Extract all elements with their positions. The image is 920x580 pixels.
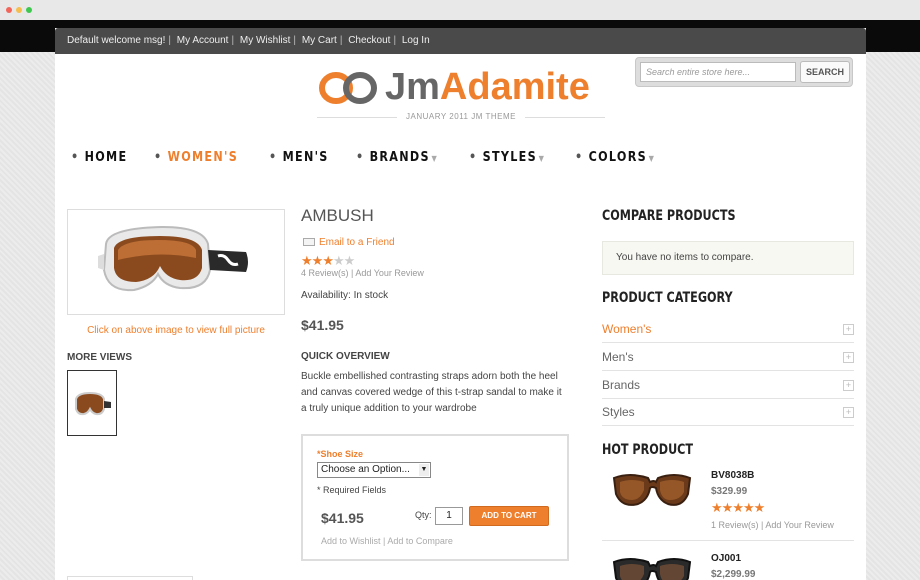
star-icon: ★ bbox=[721, 500, 734, 515]
plus-icon: + bbox=[843, 324, 854, 335]
hot-reviews-count-link[interactable]: 1 Review(s) bbox=[711, 520, 759, 530]
caret-down-icon: ▼ bbox=[431, 154, 439, 163]
store-page: Default welcome msg! | My Account | My Wis… bbox=[55, 28, 866, 580]
minimize-dot-icon[interactable] bbox=[16, 7, 22, 13]
add-to-compare-link[interactable]: Add to Compare bbox=[387, 536, 453, 546]
my-account-link[interactable]: My Account bbox=[177, 35, 229, 46]
nav-colors[interactable]: • COLORS ▼ bbox=[575, 150, 655, 165]
star-icon: ★ bbox=[732, 500, 744, 515]
chevron-down-icon: ▼ bbox=[419, 464, 429, 476]
add-to-cart-button[interactable]: ADD TO CART bbox=[469, 506, 549, 526]
plus-icon: + bbox=[843, 352, 854, 363]
envelope-icon bbox=[303, 238, 315, 247]
compare-empty-box: You have no items to compare. bbox=[602, 241, 854, 275]
logo[interactable]: JmAdamite bbox=[317, 66, 590, 108]
review-links: 4 Review(s) | Add Your Review bbox=[301, 268, 424, 278]
shoe-size-label: *Shoe Size bbox=[317, 449, 364, 459]
goggles-thumbnail bbox=[75, 391, 111, 416]
tagline: JANUARY 2011 JM THEME bbox=[317, 112, 605, 121]
search-button[interactable]: SEARCH bbox=[800, 61, 850, 83]
quick-overview-heading: QUICK OVERVIEW bbox=[301, 351, 390, 362]
search-form: Search entire store here... SEARCH bbox=[635, 57, 853, 87]
caret-down-icon: ▼ bbox=[538, 154, 546, 163]
nav-home[interactable]: • HOME bbox=[71, 150, 127, 165]
product-price: $41.95 bbox=[301, 317, 344, 333]
star-icon: ★ bbox=[711, 500, 723, 515]
my-wishlist-link[interactable]: My Wishlist bbox=[240, 35, 291, 46]
add-review-link[interactable]: Add Your Review bbox=[355, 268, 424, 278]
hot-product-name-2[interactable]: OJ001 bbox=[711, 553, 741, 564]
compare-heading: COMPARE PRODUCTS bbox=[602, 208, 736, 224]
hot-product-price-1: $329.99 bbox=[711, 486, 748, 497]
welcome-message: Default welcome msg! bbox=[67, 35, 166, 46]
hot-product-price-2: $2,299.99 bbox=[711, 569, 756, 580]
hot-product-heading: HOT PRODUCT bbox=[602, 442, 694, 458]
search-input[interactable]: Search entire store here... bbox=[640, 62, 796, 82]
sunglasses-image bbox=[612, 474, 692, 506]
star-icon: ★ bbox=[332, 253, 345, 268]
caret-down-icon: ▼ bbox=[648, 154, 656, 163]
hot-product-rating-1: ★★★★★ bbox=[711, 500, 766, 516]
logo-text: JmAdamite bbox=[385, 66, 590, 108]
star-icon: ★ bbox=[301, 253, 313, 268]
plus-icon: + bbox=[843, 380, 854, 391]
nav-styles[interactable]: • STYLES ▼ bbox=[469, 150, 545, 165]
tab-stub bbox=[67, 576, 193, 580]
category-heading: PRODUCT CATEGORY bbox=[602, 290, 733, 306]
product-main-image[interactable] bbox=[67, 209, 285, 315]
main-nav: • HOME • WOMEN'S • MEN'S • BRANDS ▼ • STYLES ▼ … bbox=[71, 148, 681, 166]
product-options-box: *Shoe Size Choose an Option... ▼ * Requir… bbox=[301, 434, 569, 561]
plus-icon: + bbox=[843, 407, 854, 418]
hot-add-review-link[interactable]: Add Your Review bbox=[765, 520, 834, 530]
category-mens[interactable]: Men's + bbox=[602, 344, 854, 371]
quick-overview-text: Buckle embellished contrasting straps ad… bbox=[301, 371, 562, 414]
qty-label: Qty: bbox=[415, 510, 432, 520]
required-note: * Required Fields bbox=[317, 485, 387, 495]
product-rating: ★★★★★ bbox=[301, 253, 356, 269]
thumbnail-image[interactable] bbox=[67, 370, 117, 436]
options-price: $41.95 bbox=[321, 510, 364, 526]
my-cart-link[interactable]: My Cart bbox=[302, 35, 337, 46]
nav-brands[interactable]: • BRANDS ▼ bbox=[356, 150, 438, 165]
qty-input[interactable]: 1 bbox=[435, 507, 463, 525]
star-icon: ★ bbox=[322, 253, 334, 268]
goggles-image bbox=[98, 225, 248, 292]
option-links: Add to Wishlist | Add to Compare bbox=[321, 536, 453, 546]
nav-mens[interactable]: • MEN'S bbox=[269, 150, 329, 165]
star-icon: ★ bbox=[343, 253, 356, 268]
category-brands[interactable]: Brands + bbox=[602, 372, 854, 399]
shoe-size-select[interactable]: Choose an Option... ▼ bbox=[317, 462, 431, 478]
browser-chrome bbox=[0, 0, 920, 20]
hot-product-review-links-1: 1 Review(s) | Add Your Review bbox=[711, 520, 834, 530]
category-womens[interactable]: Women's + bbox=[602, 316, 854, 343]
log-in-link[interactable]: Log In bbox=[402, 35, 430, 46]
add-to-wishlist-link[interactable]: Add to Wishlist bbox=[321, 536, 381, 546]
sunglasses-image bbox=[612, 558, 692, 580]
reviews-count-link[interactable]: 4 Review(s) bbox=[301, 268, 349, 278]
close-dot-icon[interactable] bbox=[6, 7, 12, 13]
star-icon: ★ bbox=[311, 253, 324, 268]
star-icon: ★ bbox=[742, 500, 755, 515]
star-icon: ★ bbox=[753, 500, 766, 515]
hot-product-image-2[interactable] bbox=[610, 550, 694, 580]
availability: Availability: In stock bbox=[301, 290, 389, 301]
maximize-dot-icon[interactable] bbox=[26, 7, 32, 13]
hot-product-image-1[interactable] bbox=[610, 468, 694, 512]
header-links: Default welcome msg! | My Account | My Wis… bbox=[55, 28, 866, 54]
nav-womens[interactable]: • WOMEN'S bbox=[154, 150, 238, 165]
more-views-heading: MORE VIEWS bbox=[67, 352, 133, 363]
click-to-enlarge-note[interactable]: Click on above image to view full pictur… bbox=[67, 325, 285, 336]
product-name: AMBUSH bbox=[301, 206, 374, 225]
divider bbox=[602, 540, 854, 541]
hot-product-name-1[interactable]: BV8038B bbox=[711, 470, 754, 481]
email-to-friend-link[interactable]: Email to a Friend bbox=[303, 237, 395, 248]
category-styles[interactable]: Styles + bbox=[602, 399, 854, 426]
infinity-logo-icon bbox=[319, 72, 377, 104]
checkout-link[interactable]: Checkout bbox=[348, 35, 390, 46]
